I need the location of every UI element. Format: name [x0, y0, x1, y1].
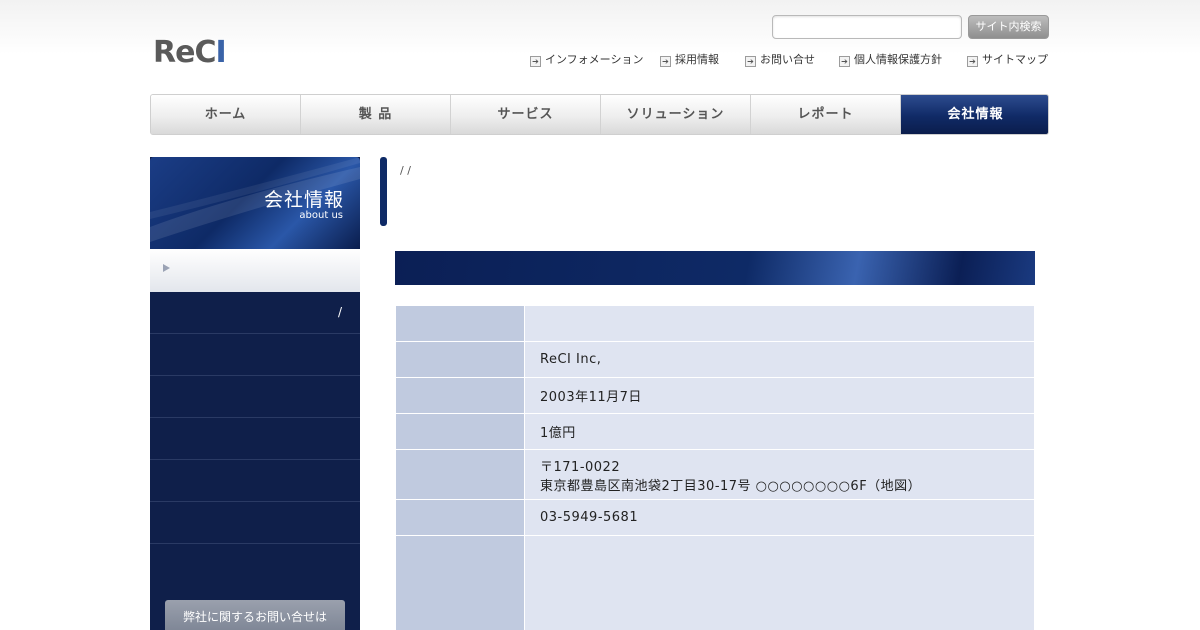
row-label [395, 377, 525, 414]
sidebar: 会社情報 about us / 弊社に関するお問い合せは [150, 157, 360, 630]
row-value: 〒171-0022 東京都豊島区南池袋2丁目30-17号 ○○○○○○○○6F（… [524, 449, 1035, 500]
util-link-information[interactable]: ➔ インフォメーション [530, 52, 643, 68]
global-nav: ホーム 製 品 サービス ソリューション レポート 会社情報 [150, 94, 1049, 135]
table-row: 〒171-0022 東京都豊島区南池袋2丁目30-17号 ○○○○○○○○6F（… [395, 449, 1035, 500]
table-row: 03-5949-5681 [395, 499, 1035, 536]
sidebar-item[interactable] [150, 418, 360, 460]
sidebar-item[interactable] [150, 460, 360, 502]
sidebar-title: 会社情報 [263, 189, 344, 211]
officer-row [540, 579, 1034, 595]
arrow-right-icon: ➔ [530, 56, 541, 67]
table-row [395, 305, 1035, 342]
sidebar-item[interactable] [150, 376, 360, 418]
row-label [395, 341, 525, 378]
row-value [524, 305, 1035, 342]
sidebar-subtitle: about us [299, 210, 343, 221]
gnav-solutions[interactable]: ソリューション [601, 95, 751, 134]
row-label [395, 449, 525, 500]
officer-row [540, 547, 1034, 563]
arrow-right-icon: ➔ [660, 56, 671, 67]
breadcrumb: / / [400, 164, 411, 177]
row-label [395, 305, 525, 342]
arrow-right-icon: ➔ [839, 56, 850, 67]
table-row: ReCI Inc, [395, 341, 1035, 378]
util-link-recruit[interactable]: ➔ 採用情報 [660, 52, 719, 68]
gnav-services[interactable]: サービス [451, 95, 601, 134]
officer-row [540, 563, 1034, 579]
address-line[interactable]: 東京都豊島区南池袋2丁目30-17号 ○○○○○○○○6F（地図） [540, 475, 1034, 494]
postal-code: 〒171-0022 [540, 459, 621, 475]
officers-list [540, 536, 1034, 627]
officer-row [540, 611, 1034, 627]
row-value: ReCI Inc, [524, 341, 1035, 378]
arrow-right-icon: ➔ [745, 56, 756, 67]
search-button[interactable]: サイト内検索 [968, 15, 1049, 39]
row-label [395, 499, 525, 536]
utility-nav: ➔ インフォメーション ➔ 採用情報 ➔ お問い合せ ➔ 個人情報保護方針 ➔ サイトマッ… [530, 52, 1050, 68]
util-link-privacy[interactable]: ➔ 個人情報保護方針 [839, 52, 942, 68]
arrow-right-icon: ➔ [967, 56, 978, 67]
section-header [395, 251, 1035, 285]
sidebar-item[interactable] [150, 334, 360, 376]
sidebar-header: 会社情報 about us [150, 157, 360, 249]
sidebar-item[interactable] [150, 502, 360, 544]
contact-button[interactable]: 弊社に関するお問い合せは [165, 600, 345, 630]
row-label [395, 535, 525, 630]
row-value: 1億円 [524, 413, 1035, 450]
search-input[interactable] [772, 15, 962, 39]
title-accent-bar [380, 157, 387, 226]
play-icon [163, 264, 170, 272]
row-value: 03-5949-5681 [524, 499, 1035, 536]
row-value: 2003年11月7日 [524, 377, 1035, 414]
util-link-sitemap[interactable]: ➔ サイトマップ [967, 52, 1048, 68]
row-label [395, 413, 525, 450]
gnav-home[interactable]: ホーム [151, 95, 301, 134]
table-row [395, 535, 1035, 630]
gnav-company[interactable]: 会社情報 [901, 95, 1048, 134]
company-info-table: ReCI Inc, 2003年11月7日 1億円 〒171-0022 東京都豊島… [395, 305, 1035, 630]
sidebar-item-first[interactable] [150, 249, 360, 292]
company-logo[interactable]: ReCI [153, 35, 227, 70]
table-row: 1億円 [395, 413, 1035, 450]
officer-row [540, 595, 1034, 611]
sidebar-item[interactable]: / [150, 292, 360, 334]
gnav-products[interactable]: 製 品 [301, 95, 451, 134]
gnav-reports[interactable]: レポート [751, 95, 901, 134]
table-row: 2003年11月7日 [395, 377, 1035, 414]
row-value [524, 535, 1035, 630]
util-link-contact[interactable]: ➔ お問い合せ [745, 52, 815, 68]
